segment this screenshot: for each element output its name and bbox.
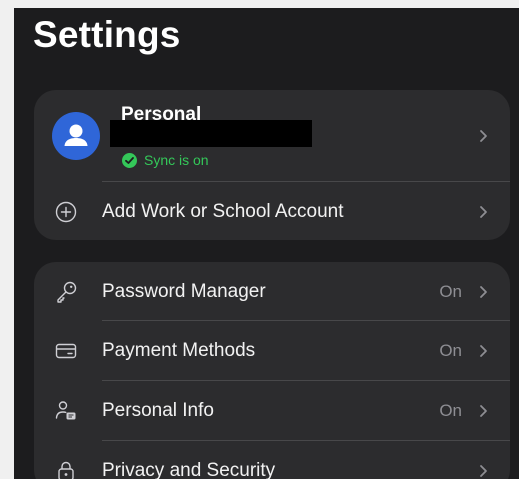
chevron-right-icon xyxy=(476,404,490,418)
chevron-right-icon xyxy=(476,464,490,478)
personal-info-label: Personal Info xyxy=(102,400,214,421)
password-manager-label: Password Manager xyxy=(102,281,266,302)
personal-info-row[interactable]: Personal Info On xyxy=(34,381,510,441)
payment-methods-status: On xyxy=(439,341,462,360)
plus-circle-icon xyxy=(54,200,78,224)
checkmark-icon xyxy=(122,152,137,168)
sync-status-text: Sync is on xyxy=(144,152,209,168)
password-manager-status: On xyxy=(439,282,462,301)
password-manager-row[interactable]: Password Manager On xyxy=(34,262,510,322)
lock-icon xyxy=(54,459,78,479)
chevron-right-icon xyxy=(476,344,490,358)
chevron-right-icon xyxy=(476,129,490,143)
card-icon xyxy=(54,339,78,363)
payment-methods-row[interactable]: Payment Methods On xyxy=(34,321,510,381)
redacted-email xyxy=(110,120,312,147)
privacy-security-label: Privacy and Security xyxy=(102,460,276,479)
person-avatar-icon xyxy=(64,124,88,146)
settings-screen: Settings Personal Sync is on Add Work or… xyxy=(14,8,519,479)
person-card-icon xyxy=(54,399,78,423)
privacy-security-row[interactable]: Privacy and Security xyxy=(34,441,510,479)
personal-info-status: On xyxy=(439,401,462,420)
settings-list-card: Password Manager On Payment Methods On P… xyxy=(34,262,510,479)
avatar xyxy=(52,112,100,160)
sync-status: Sync is on xyxy=(122,152,209,168)
page-title: Settings xyxy=(33,14,181,55)
add-account-label: Add Work or School Account xyxy=(102,201,344,222)
profile-row[interactable]: Personal Sync is on xyxy=(34,90,510,182)
payment-methods-label: Payment Methods xyxy=(102,340,256,361)
chevron-right-icon xyxy=(476,285,490,299)
account-card: Personal Sync is on Add Work or School A… xyxy=(34,90,510,240)
chevron-right-icon xyxy=(476,205,490,219)
key-icon xyxy=(54,280,78,304)
add-account-row[interactable]: Add Work or School Account xyxy=(34,182,510,240)
